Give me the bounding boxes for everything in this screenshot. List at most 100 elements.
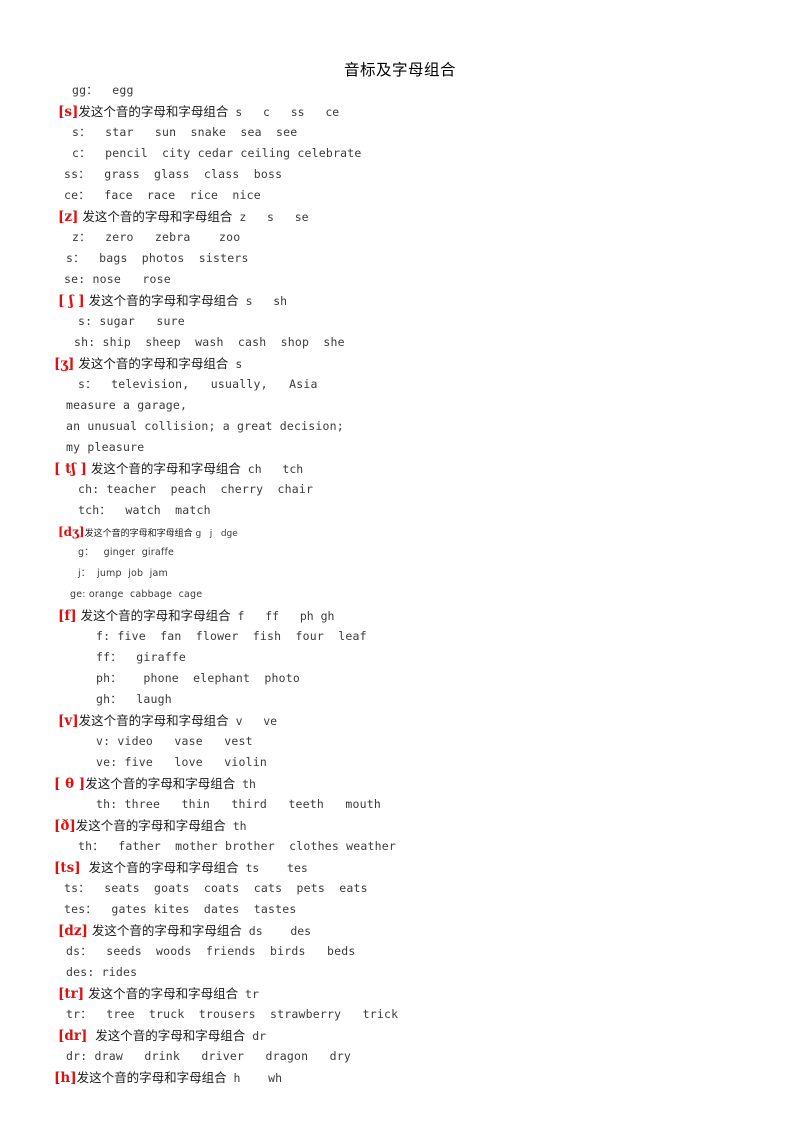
phonetic-symbol: [z] xyxy=(58,209,79,225)
example-line: ff： giraffe xyxy=(0,647,800,668)
phonetic-symbol: [f] xyxy=(58,608,77,624)
instruction-text: 发这个音的字母和字母组合 xyxy=(87,923,242,938)
content-body: gg： egg [s]发这个音的字母和字母组合 s c ss ce s： star … xyxy=(0,80,800,1088)
phoneme-header-line: [ts] 发这个音的字母和字母组合 ts tes xyxy=(0,857,800,878)
example-words: th: three thin third teeth mouth xyxy=(96,797,381,811)
example-words: sh: ship sheep wash cash shop she xyxy=(74,335,345,349)
example-line: c： pencil city cedar ceiling celebrate xyxy=(0,143,800,164)
example-line: th： father mother brother clothes weathe… xyxy=(0,836,800,857)
instruction-text: 发这个音的字母和字母组合 xyxy=(78,209,233,224)
example-words: v: video vase vest xyxy=(96,734,253,748)
example-words: tch： watch match xyxy=(78,503,211,517)
example-line: ve: five love violin xyxy=(0,752,800,773)
example-words: tr： tree truck trousers strawberry trick xyxy=(66,1007,399,1021)
phoneme-header-line: [tr] 发这个音的字母和字母组合 tr xyxy=(0,983,800,1004)
phoneme-header-line: [ʒ] 发这个音的字母和字母组合 s xyxy=(0,353,800,374)
phonetic-symbol: [h] xyxy=(54,1070,77,1086)
phoneme-header-line: [dr] 发这个音的字母和字母组合 dr xyxy=(0,1025,800,1046)
example-line: ce： face race rice nice xyxy=(0,185,800,206)
phonetic-symbol: [ð] xyxy=(54,818,76,834)
phonetic-symbol: [tr] xyxy=(58,986,85,1002)
example-words: ts： seats goats coats cats pets eats xyxy=(64,881,368,895)
example-line: v: video vase vest xyxy=(0,731,800,752)
phonetic-symbol: [ ʃ ] xyxy=(58,293,85,309)
example-line: ts： seats goats coats cats pets eats xyxy=(0,878,800,899)
example-line: z： zero zebra zoo xyxy=(0,227,800,248)
letter-combinations: tr xyxy=(238,987,259,1001)
example-words: ch: teacher peach cherry chair xyxy=(78,482,314,496)
example-words: f: five fan flower fish four leaf xyxy=(96,629,367,643)
example-words: ve: five love violin xyxy=(96,755,267,769)
instruction-text: 发这个音的字母和字母组合 xyxy=(76,608,231,623)
example-line: g： ginger giraffe xyxy=(0,542,800,563)
example-line: an unusual collision; a great decision; xyxy=(0,416,800,437)
page-title: 音标及字母组合 xyxy=(343,61,456,79)
phoneme-header-line: [ ʃ ] 发这个音的字母和字母组合 s sh xyxy=(0,290,800,311)
phonetic-symbol: [v] xyxy=(58,713,79,729)
instruction-text: 发这个音的字母和字母组合 xyxy=(84,986,239,1001)
example-line: ds： seeds woods friends birds beds xyxy=(0,941,800,962)
letter-combinations: ts tes xyxy=(238,861,308,875)
phonetic-symbol: [ tʃ ] xyxy=(54,461,87,477)
example-words: c： pencil city cedar ceiling celebrate xyxy=(72,146,362,160)
example-line: tch： watch match xyxy=(0,500,800,521)
example-words: tes： gates kites dates tastes xyxy=(64,902,297,916)
example-line: gh： laugh xyxy=(0,689,800,710)
letter-combinations: s sh xyxy=(238,294,288,308)
instruction-text: 发这个音的字母和字母组合 xyxy=(84,293,239,308)
letter-combinations: f ff ph gh xyxy=(230,609,335,623)
letter-combinations: g j dge xyxy=(192,529,238,539)
phoneme-header-line: [ tʃ ] 发这个音的字母和字母组合 ch tch xyxy=(0,458,800,479)
example-line: sh: ship sheep wash cash shop she xyxy=(0,332,800,353)
phoneme-header-line: [v]发这个音的字母和字母组合 v ve xyxy=(0,710,800,731)
example-words: an unusual collision; a great decision; xyxy=(66,419,344,433)
example-line: ch: teacher peach cherry chair xyxy=(0,479,800,500)
example-line: ph： phone elephant photo xyxy=(0,668,800,689)
example-words: dr: draw drink driver dragon dry xyxy=(66,1049,351,1063)
example-words: ge: orange cabbage cage xyxy=(70,589,203,600)
example-line: dr: draw drink driver dragon dry xyxy=(0,1046,800,1067)
document-page: 音标及字母组合 gg： egg [s]发这个音的字母和字母组合 s c ss ce… xyxy=(0,0,800,1132)
phoneme-header-line: [ θ ]发这个音的字母和字母组合 th xyxy=(0,773,800,794)
example-words: s： bags photos sisters xyxy=(66,251,249,265)
example-words: s： television, usually, Asia xyxy=(78,377,318,391)
letter-combinations: dr xyxy=(245,1029,267,1043)
phoneme-header-line: [dz] 发这个音的字母和字母组合 ds des xyxy=(0,920,800,941)
example-words: j： jump job jam xyxy=(78,568,168,579)
instruction-text: 发这个音的字母和字母组合 xyxy=(78,104,229,119)
phoneme-header-line: [h]发这个音的字母和字母组合 h wh xyxy=(0,1067,800,1088)
example-words: ph： phone elephant photo xyxy=(96,671,301,685)
example-line: f: five fan flower fish four leaf xyxy=(0,626,800,647)
example-line: my pleasure xyxy=(0,437,800,458)
example-line: s： star sun snake sea see xyxy=(0,122,800,143)
instruction-text: 发这个音的字母和字母组合 xyxy=(75,818,226,833)
example-words: measure a garage, xyxy=(66,398,188,412)
example-words: ff： giraffe xyxy=(96,650,187,664)
example-words: gh： laugh xyxy=(96,692,172,706)
letter-combinations: s xyxy=(228,357,243,371)
example-words: th： father mother brother clothes weathe… xyxy=(78,839,397,853)
example-words: my pleasure xyxy=(66,440,145,454)
example-words: ss： grass glass class boss xyxy=(64,167,283,181)
example-words: s: sugar sure xyxy=(78,314,185,328)
example-line: th: three thin third teeth mouth xyxy=(0,794,800,815)
instruction-text: 发这个音的字母和字母组合 xyxy=(84,529,193,539)
example-words: se: nose rose xyxy=(64,272,171,286)
instruction-text: 发这个音的字母和字母组合 xyxy=(80,860,239,875)
phoneme-header-line: [z] 发这个音的字母和字母组合 z s se xyxy=(0,206,800,227)
phonetic-symbol: [ts] xyxy=(54,860,81,876)
letter-combinations: ds des xyxy=(241,924,312,938)
instruction-text: 发这个音的字母和字母组合 xyxy=(76,1070,227,1085)
example-words: g： ginger giraffe xyxy=(78,547,175,558)
phonetic-symbol: [dr] xyxy=(58,1028,88,1044)
letter-combinations: z s se xyxy=(232,210,309,224)
letter-combinations: h wh xyxy=(226,1071,282,1085)
example-line: ge: orange cabbage cage xyxy=(0,584,800,605)
phonetic-symbol: [s] xyxy=(58,104,79,120)
example-line: tes： gates kites dates tastes xyxy=(0,899,800,920)
example-words: s： star sun snake sea see xyxy=(72,125,298,139)
example-line: ss： grass glass class boss xyxy=(0,164,800,185)
letter-combinations: v ve xyxy=(228,714,278,728)
example-line: des: rides xyxy=(0,962,800,983)
phonetic-symbol: [dʒ] xyxy=(58,525,85,539)
